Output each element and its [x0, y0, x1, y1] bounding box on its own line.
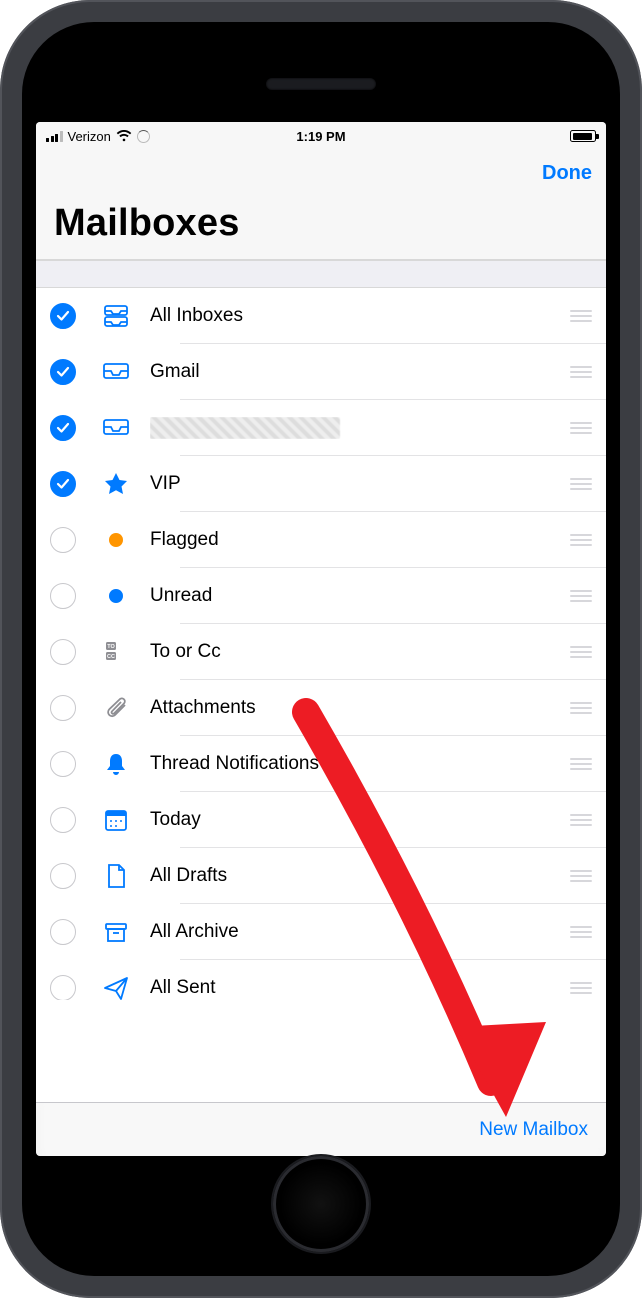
mailbox-row-vip[interactable]: VIP	[36, 456, 606, 512]
mailbox-row-account2[interactable]	[36, 400, 606, 456]
checkbox[interactable]	[50, 975, 76, 1000]
mailbox-label: Flagged	[150, 529, 570, 551]
inbox-icon	[92, 358, 140, 386]
home-button[interactable]	[273, 1156, 369, 1252]
checkbox[interactable]	[50, 303, 76, 329]
checkbox[interactable]	[50, 639, 76, 665]
inbox-icon	[92, 414, 140, 442]
mailbox-label: Today	[150, 809, 570, 831]
reorder-handle-icon[interactable]	[570, 422, 606, 434]
mailbox-row-to-cc[interactable]: To or Cc	[36, 624, 606, 680]
reorder-handle-icon[interactable]	[570, 926, 606, 938]
checkbox[interactable]	[50, 919, 76, 945]
mailbox-row-all-archive[interactable]: All Archive	[36, 904, 606, 960]
reorder-handle-icon[interactable]	[570, 870, 606, 882]
sent-icon	[92, 974, 140, 1000]
reorder-handle-icon[interactable]	[570, 534, 606, 546]
title-bar: Mailboxes	[36, 196, 606, 260]
reorder-handle-icon[interactable]	[570, 646, 606, 658]
nav-bar: Done	[36, 150, 606, 196]
mailbox-label: Unread	[150, 585, 570, 607]
draft-icon	[92, 862, 140, 890]
screen: Verizon 1:19 PM Done Mailboxes	[36, 122, 606, 1156]
mailbox-row-unread[interactable]: Unread	[36, 568, 606, 624]
checkbox[interactable]	[50, 415, 76, 441]
checkbox[interactable]	[50, 807, 76, 833]
checkbox[interactable]	[50, 527, 76, 553]
mailbox-list[interactable]: All Inboxes Gmail VIP Flagged Unread To or Cc…	[36, 288, 606, 1102]
mailbox-row-flagged[interactable]: Flagged	[36, 512, 606, 568]
star-icon	[92, 470, 140, 498]
reorder-handle-icon[interactable]	[570, 982, 606, 994]
reorder-handle-icon[interactable]	[570, 310, 606, 322]
all-inboxes-icon	[92, 302, 140, 330]
checkbox[interactable]	[50, 471, 76, 497]
mailbox-row-attachments[interactable]: Attachments	[36, 680, 606, 736]
mailbox-label: All Drafts	[150, 865, 570, 887]
mailbox-label: All Archive	[150, 921, 570, 943]
mailbox-label: To or Cc	[150, 641, 570, 663]
checkbox[interactable]	[50, 695, 76, 721]
mailbox-label	[150, 417, 570, 439]
status-bar: Verizon 1:19 PM	[36, 122, 606, 150]
wifi-icon	[116, 130, 132, 142]
carrier-label: Verizon	[68, 129, 111, 144]
section-spacer	[36, 260, 606, 288]
signal-icon	[46, 131, 63, 142]
bottom-toolbar: New Mailbox	[36, 1102, 606, 1156]
done-button[interactable]: Done	[542, 162, 592, 185]
mailbox-row-all-inboxes[interactable]: All Inboxes	[36, 288, 606, 344]
mailbox-row-today[interactable]: Today	[36, 792, 606, 848]
bell-icon	[92, 750, 140, 778]
mailbox-label: All Inboxes	[150, 305, 570, 327]
mailbox-row-all-drafts[interactable]: All Drafts	[36, 848, 606, 904]
checkbox[interactable]	[50, 583, 76, 609]
battery-icon	[570, 130, 596, 142]
mailbox-label: Thread Notifications	[150, 753, 570, 775]
paperclip-icon	[92, 694, 140, 722]
to-cc-icon	[92, 638, 140, 666]
activity-spinner-icon	[137, 130, 150, 143]
reorder-handle-icon[interactable]	[570, 478, 606, 490]
mailbox-row-thread[interactable]: Thread Notifications	[36, 736, 606, 792]
archive-icon	[92, 918, 140, 946]
reorder-handle-icon[interactable]	[570, 590, 606, 602]
calendar-icon	[92, 806, 140, 834]
checkbox[interactable]	[50, 751, 76, 777]
reorder-handle-icon[interactable]	[570, 702, 606, 714]
mailbox-row-gmail[interactable]: Gmail	[36, 344, 606, 400]
flag-dot-icon	[92, 526, 140, 554]
reorder-handle-icon[interactable]	[570, 758, 606, 770]
mailbox-label: VIP	[150, 473, 570, 495]
redacted-label	[150, 417, 340, 439]
mailbox-label: Attachments	[150, 697, 570, 719]
mailbox-row-all-sent[interactable]: All Sent	[36, 960, 606, 1000]
mailbox-label: Gmail	[150, 361, 570, 383]
checkbox[interactable]	[50, 863, 76, 889]
reorder-handle-icon[interactable]	[570, 366, 606, 378]
checkbox[interactable]	[50, 359, 76, 385]
clock: 1:19 PM	[296, 129, 345, 144]
unread-dot-icon	[92, 582, 140, 610]
mailbox-label: All Sent	[150, 977, 570, 999]
reorder-handle-icon[interactable]	[570, 814, 606, 826]
page-title: Mailboxes	[54, 202, 588, 245]
new-mailbox-button[interactable]: New Mailbox	[479, 1119, 588, 1141]
